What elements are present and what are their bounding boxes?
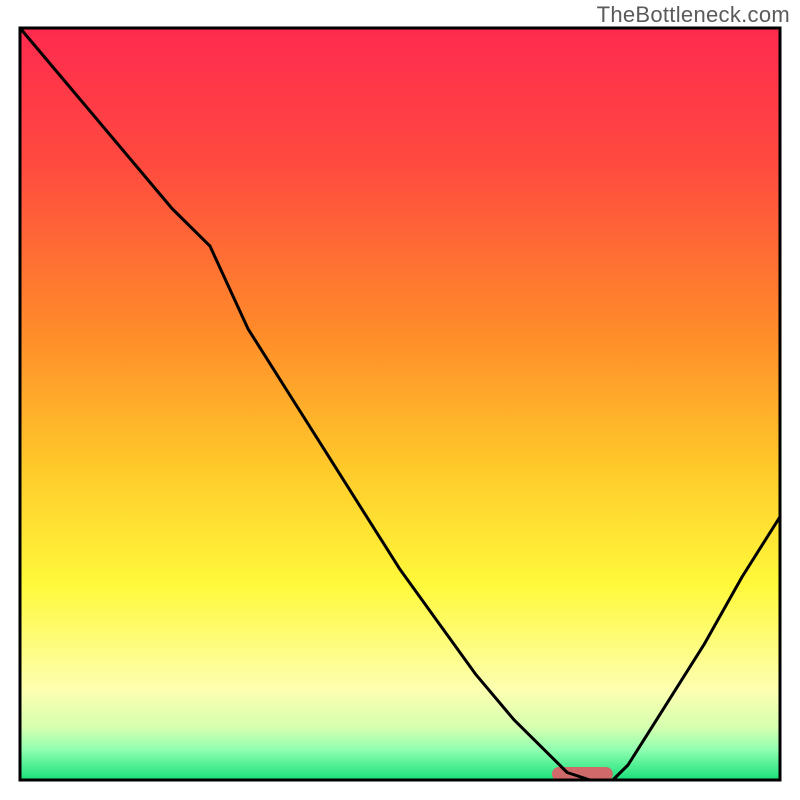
watermark-text: TheBottleneck.com — [597, 2, 790, 28]
bottleneck-chart — [0, 0, 800, 800]
chart-stage: TheBottleneck.com — [0, 0, 800, 800]
plot-background — [20, 28, 780, 780]
